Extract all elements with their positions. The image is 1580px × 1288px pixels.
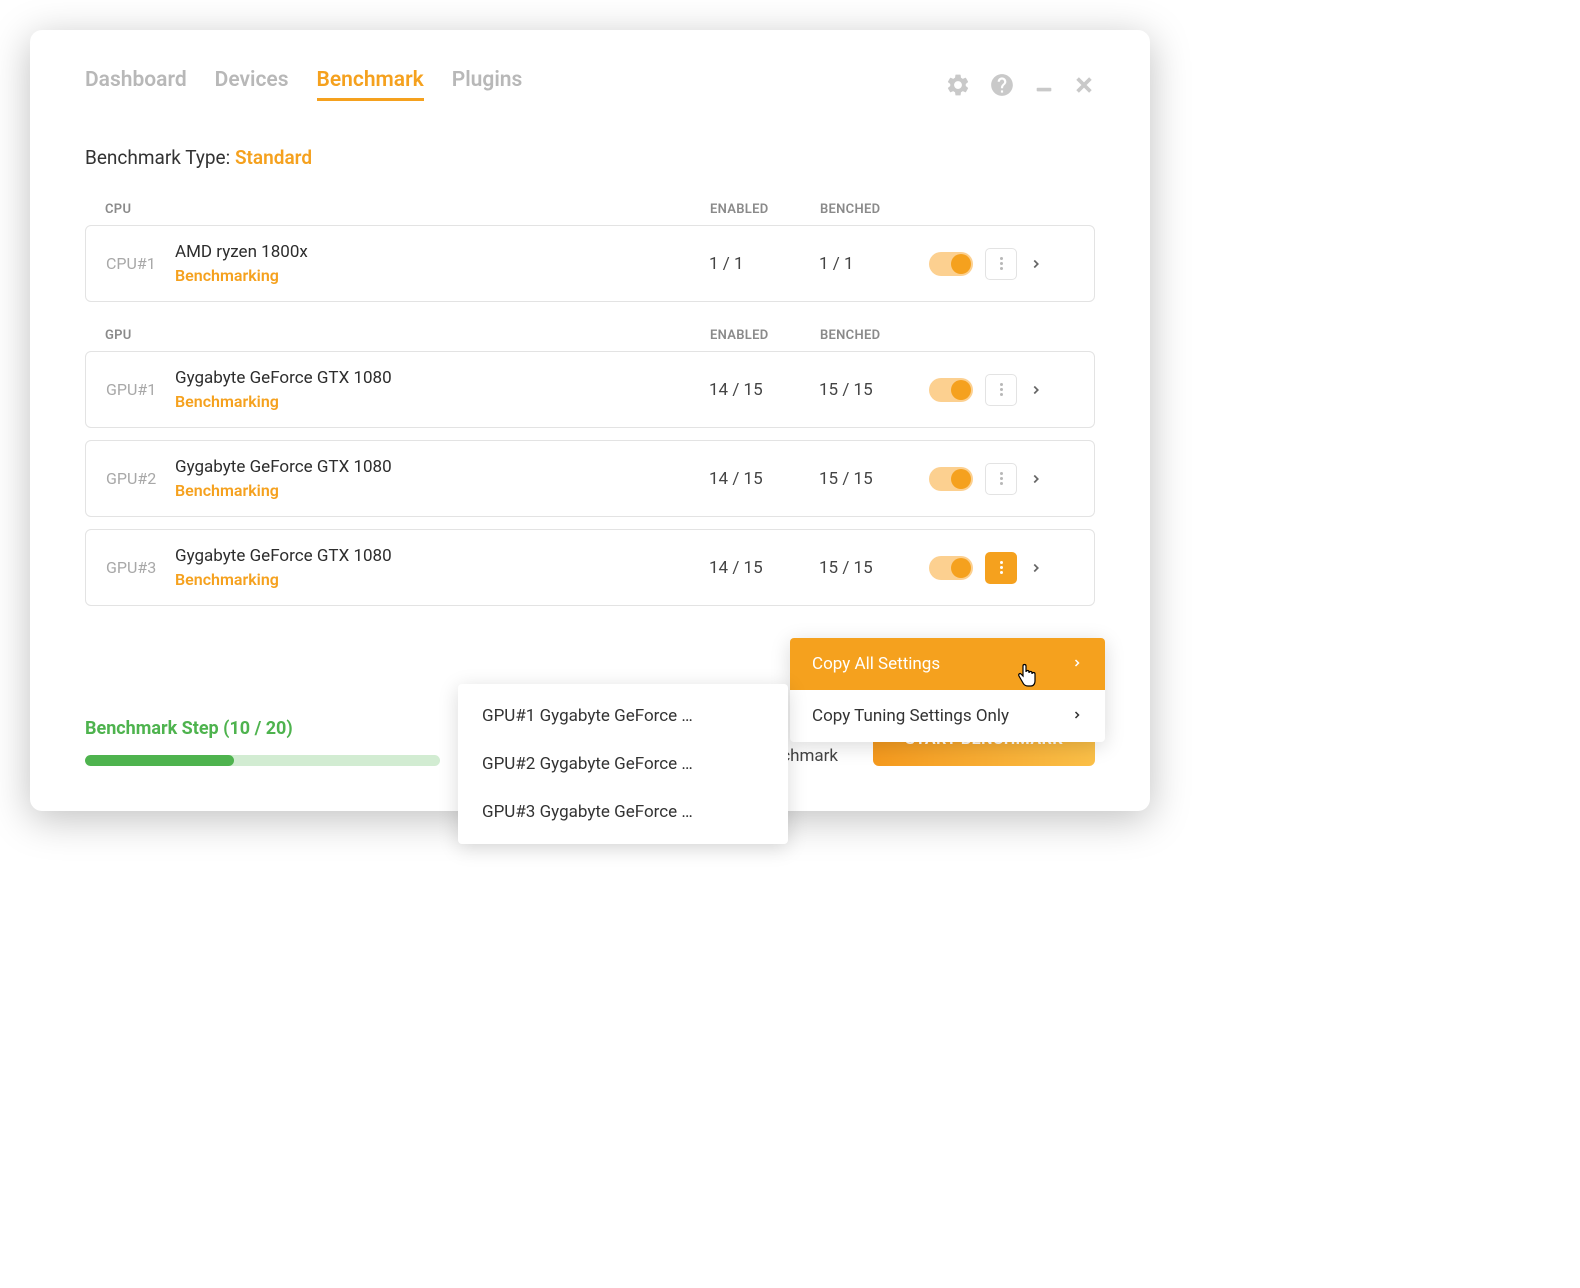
- dots-icon: [1000, 472, 1003, 485]
- device-id: GPU#2: [106, 469, 161, 488]
- enable-toggle[interactable]: [929, 556, 973, 580]
- gpu-row[interactable]: GPU#1 Gygabyte GeForce GTX 1080 Benchmar…: [85, 351, 1095, 428]
- benched-value: 15 / 15: [819, 469, 929, 489]
- enabled-value: 14 / 15: [709, 469, 819, 489]
- device-name-wrap: Gygabyte GeForce GTX 1080 Benchmarking: [175, 368, 709, 411]
- context-menu: Copy All Settings Copy Tuning Settings O…: [790, 638, 1105, 742]
- dots-icon: [1000, 383, 1003, 396]
- benchmark-type-prefix: Benchmark Type:: [85, 146, 235, 169]
- menu-copy-all[interactable]: Copy All Settings: [790, 638, 1105, 690]
- header: Dashboard Devices Benchmark Plugins: [85, 68, 1095, 101]
- tab-benchmark[interactable]: Benchmark: [317, 68, 424, 101]
- benched-value: 1 / 1: [819, 254, 929, 274]
- help-icon[interactable]: [989, 72, 1015, 98]
- device-name: Gygabyte GeForce GTX 1080: [175, 368, 709, 388]
- tabs: Dashboard Devices Benchmark Plugins: [85, 68, 522, 101]
- device-status: Benchmarking: [175, 481, 709, 500]
- progress-bar: [85, 755, 440, 766]
- cpu-section: CPU ENABLED BENCHED CPU#1 AMD ryzen 1800…: [85, 194, 1095, 302]
- tab-dashboard[interactable]: Dashboard: [85, 68, 187, 101]
- device-name: Gygabyte GeForce GTX 1080: [175, 546, 709, 566]
- gpu-row[interactable]: GPU#3 Gygabyte GeForce GTX 1080 Benchmar…: [85, 529, 1095, 606]
- device-name-wrap: Gygabyte GeForce GTX 1080 Benchmarking: [175, 546, 709, 589]
- header-icons: [945, 72, 1095, 98]
- gpu-section: GPU ENABLED BENCHED GPU#1 Gygabyte GeFor…: [85, 320, 1095, 606]
- dots-icon: [1000, 561, 1003, 574]
- benchmark-type-label: Benchmark Type: Standard: [85, 146, 1095, 169]
- enabled-value: 14 / 15: [709, 380, 819, 400]
- col-enabled-label: ENABLED: [710, 202, 820, 217]
- enabled-value: 14 / 15: [709, 558, 819, 578]
- tab-devices[interactable]: Devices: [215, 68, 289, 101]
- device-name: AMD ryzen 1800x: [175, 242, 709, 262]
- gpu-row[interactable]: GPU#2 Gygabyte GeForce GTX 1080 Benchmar…: [85, 440, 1095, 517]
- device-id: GPU#1: [106, 380, 161, 399]
- col-enabled-label: ENABLED: [710, 328, 820, 343]
- chevron-right-icon[interactable]: [1029, 472, 1043, 486]
- gpu-section-head: GPU ENABLED BENCHED: [85, 320, 1095, 351]
- benched-value: 15 / 15: [819, 380, 929, 400]
- device-name: Gygabyte GeForce GTX 1080: [175, 457, 709, 477]
- benchmark-type-value[interactable]: Standard: [235, 146, 312, 169]
- device-id: CPU#1: [106, 254, 161, 273]
- device-status: Benchmarking: [175, 266, 709, 285]
- menu-copy-tuning-label: Copy Tuning Settings Only: [812, 706, 1009, 726]
- gear-icon[interactable]: [945, 72, 971, 98]
- more-button[interactable]: [985, 374, 1017, 406]
- enable-toggle[interactable]: [929, 252, 973, 276]
- copy-target-submenu: GPU#1 Gygabyte GeForce … GPU#2 Gygabyte …: [458, 684, 788, 844]
- device-status: Benchmarking: [175, 570, 709, 589]
- submenu-gpu1[interactable]: GPU#1 Gygabyte GeForce …: [458, 692, 788, 740]
- col-benched-label: BENCHED: [820, 202, 930, 217]
- cpu-col-title: CPU: [105, 202, 710, 217]
- minimize-icon[interactable]: [1033, 74, 1055, 96]
- device-id: GPU#3: [106, 558, 161, 577]
- row-controls: [929, 463, 1074, 495]
- more-button[interactable]: [985, 248, 1017, 280]
- menu-copy-all-label: Copy All Settings: [812, 654, 940, 674]
- more-button[interactable]: [985, 552, 1017, 584]
- cpu-row[interactable]: CPU#1 AMD ryzen 1800x Benchmarking 1 / 1…: [85, 225, 1095, 302]
- benched-value: 15 / 15: [819, 558, 929, 578]
- row-controls: [929, 374, 1074, 406]
- progress-fill: [85, 755, 234, 766]
- dots-icon: [1000, 257, 1003, 270]
- enabled-value: 1 / 1: [709, 254, 819, 274]
- row-controls: [929, 552, 1074, 584]
- tab-plugins[interactable]: Plugins: [452, 68, 523, 101]
- gpu-col-title: GPU: [105, 328, 710, 343]
- menu-copy-tuning[interactable]: Copy Tuning Settings Only: [790, 690, 1105, 742]
- progress-wrap: Benchmark Step (10 / 20): [85, 718, 440, 766]
- app-window: Dashboard Devices Benchmark Plugins Benc…: [30, 30, 1150, 811]
- close-icon[interactable]: [1073, 74, 1095, 96]
- row-controls: [929, 248, 1074, 280]
- chevron-right-icon[interactable]: [1029, 383, 1043, 397]
- device-name-wrap: AMD ryzen 1800x Benchmarking: [175, 242, 709, 285]
- chevron-right-icon[interactable]: [1029, 561, 1043, 575]
- submenu-gpu3[interactable]: GPU#3 Gygabyte GeForce …: [458, 788, 788, 836]
- chevron-right-icon: [1071, 706, 1083, 726]
- cpu-section-head: CPU ENABLED BENCHED: [85, 194, 1095, 225]
- submenu-gpu2[interactable]: GPU#2 Gygabyte GeForce …: [458, 740, 788, 788]
- progress-label: Benchmark Step (10 / 20): [85, 718, 440, 739]
- enable-toggle[interactable]: [929, 467, 973, 491]
- device-name-wrap: Gygabyte GeForce GTX 1080 Benchmarking: [175, 457, 709, 500]
- chevron-right-icon: [1071, 654, 1083, 674]
- device-status: Benchmarking: [175, 392, 709, 411]
- enable-toggle[interactable]: [929, 378, 973, 402]
- chevron-right-icon[interactable]: [1029, 257, 1043, 271]
- more-button[interactable]: [985, 463, 1017, 495]
- col-benched-label: BENCHED: [820, 328, 930, 343]
